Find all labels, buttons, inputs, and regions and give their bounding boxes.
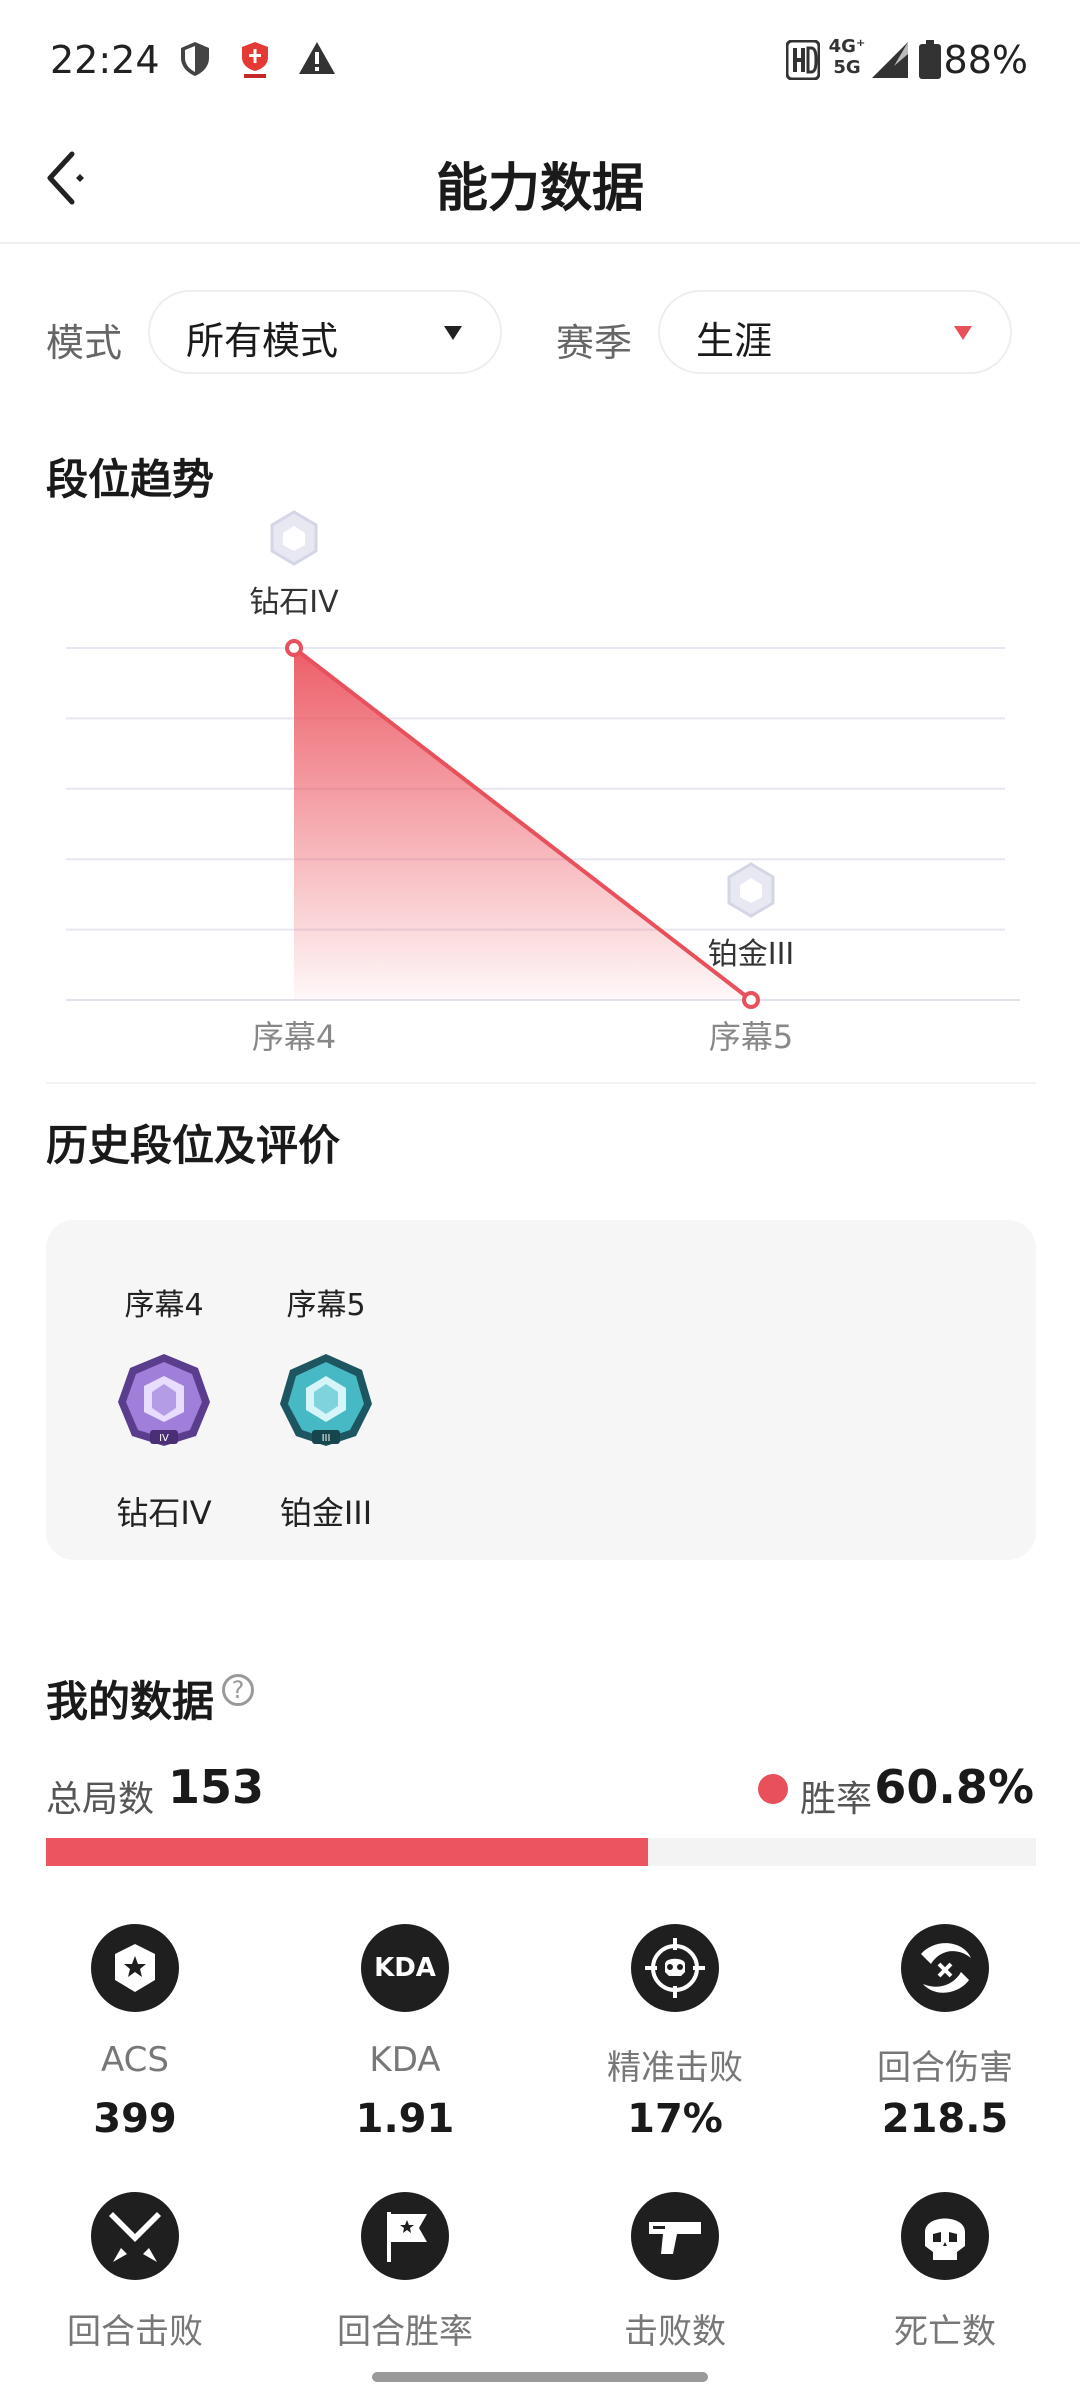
win-rate-bar	[46, 1838, 1036, 1866]
stat-label: 精准击败	[607, 2048, 743, 2088]
stat-label: 回合胜率	[337, 2312, 473, 2352]
chart-point	[742, 991, 760, 1009]
signal-icon	[872, 42, 908, 78]
history-item[interactable]: 序幕5 III 铂金III	[226, 1220, 426, 1560]
badge-numeral: IV	[159, 1433, 169, 1444]
stat-label: 死亡数	[894, 2312, 996, 2352]
my-data-section-title: 我的数据	[46, 1677, 215, 1726]
skull-icon	[901, 2192, 989, 2280]
chart-x-tick-label: 序幕5	[709, 1018, 793, 1056]
history-season: 序幕5	[286, 1288, 366, 1323]
help-icon[interactable]: ?	[222, 1674, 254, 1706]
home-indicator[interactable]	[372, 2372, 708, 2382]
chart-point	[285, 639, 303, 657]
season-label: 赛季	[556, 321, 633, 365]
stat-value: 17%	[627, 2096, 723, 2142]
battery-percent: 88%	[943, 38, 1028, 82]
kda-icon: KDA	[361, 1924, 449, 2012]
stat-label: KDA	[369, 2040, 441, 2080]
battery-icon	[919, 40, 941, 79]
page-title: 能力数据	[435, 159, 644, 219]
total-games-label: 总局数	[46, 1779, 155, 1820]
svg-text:KDA: KDA	[374, 1953, 436, 1983]
caret-down-icon	[444, 326, 462, 340]
warning-icon	[299, 42, 335, 74]
stat-value: 218.5	[881, 2096, 1009, 2142]
chart-divider	[46, 1082, 1036, 1084]
season-select[interactable]: 生涯	[658, 290, 1012, 374]
chart-x-tick-label: 序幕4	[252, 1018, 336, 1056]
hd-icon	[786, 40, 820, 80]
star-badge-icon	[91, 1924, 179, 2012]
stat-label: ACS	[101, 2040, 169, 2080]
mode-select-value: 所有模式	[186, 319, 339, 363]
history-rank: 铂金III	[279, 1494, 373, 1532]
status-time: 22:24	[50, 38, 160, 82]
crosshair-skull-icon	[631, 1924, 719, 2012]
win-rate-label: 胜率	[800, 1779, 873, 1820]
shield-icon	[181, 42, 209, 76]
diamond-rank-badge-icon: IV	[118, 1354, 210, 1446]
chart-point-label: 铂金III	[708, 937, 795, 972]
history-card: 序幕4 IV 钻石IV 序幕5 III 铂金III	[46, 1220, 1036, 1560]
badge-numeral: III	[322, 1433, 331, 1444]
damage-slash-icon	[901, 1924, 989, 2012]
stat-value: 1.91	[355, 2096, 455, 2142]
total-games-value: 153	[168, 1760, 265, 1814]
caret-down-icon	[954, 326, 972, 340]
win-rate-dot	[758, 1774, 788, 1804]
stat-label: 回合击败	[67, 2312, 203, 2352]
trend-section-title: 段位趋势	[46, 455, 215, 504]
chart-point-label: 钻石IV	[249, 585, 339, 620]
pistol-icon	[631, 2192, 719, 2280]
mode-label: 模式	[46, 321, 123, 365]
star-flag-icon	[361, 2192, 449, 2280]
header-divider	[0, 242, 1080, 244]
crossed-blades-icon	[91, 2192, 179, 2280]
mode-select[interactable]: 所有模式	[148, 290, 502, 374]
win-rate-value: 60.8%	[874, 1760, 1034, 1814]
app-notification-icon	[242, 42, 268, 78]
stat-value: 399	[93, 2096, 177, 2142]
season-select-value: 生涯	[696, 319, 773, 363]
history-section-title: 历史段位及评价	[46, 1121, 341, 1170]
win-rate-bar-fill	[46, 1838, 648, 1866]
platinum-rank-badge-icon: III	[280, 1354, 372, 1446]
network-type: 4G⁺ 5G	[828, 36, 866, 78]
stat-label: 击败数	[624, 2312, 726, 2352]
stat-label: 回合伤害	[877, 2048, 1013, 2088]
rank-trend-chart: 钻石IV 序幕4 铂金III 序幕5	[66, 510, 1020, 1056]
